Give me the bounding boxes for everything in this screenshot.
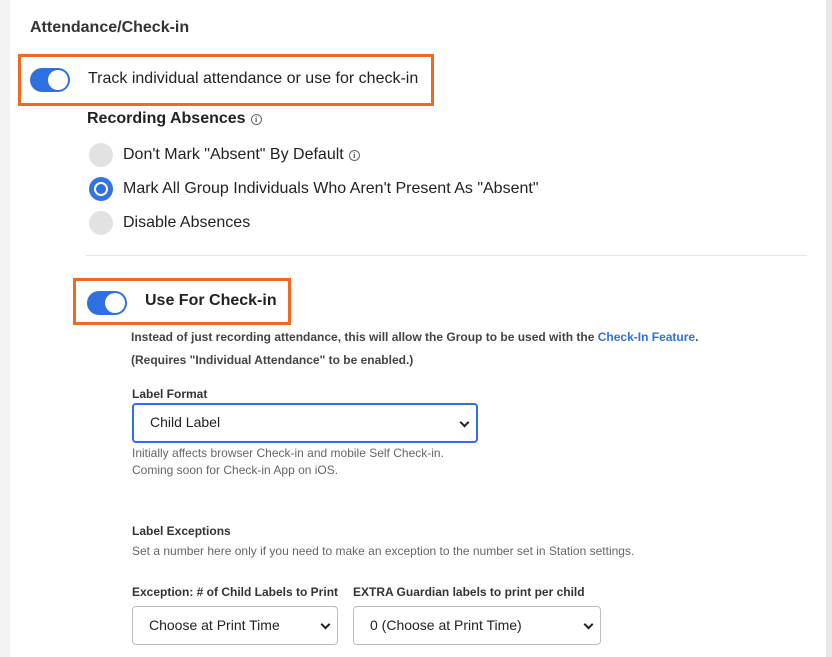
child-labels-value: Choose at Print Time [149, 617, 280, 633]
label-format-note-line1: Initially affects browser Check-in and m… [132, 446, 444, 460]
info-icon[interactable]: i [250, 114, 262, 125]
radio-label-disable: Disable Absences [123, 214, 251, 231]
guardian-labels-value: 0 (Choose at Print Time) [370, 617, 522, 633]
child-labels-label: Exception: # of Child Labels to Print [132, 585, 339, 599]
chevron-down-icon [583, 619, 594, 630]
label-format-value: Child Label [150, 414, 221, 430]
divider [86, 255, 807, 256]
check-in-description-text: Instead of just recording attendance, th… [131, 330, 595, 344]
guardian-labels-select[interactable]: 0 (Choose at Print Time) [353, 606, 601, 645]
check-in-description: Instead of just recording attendance, th… [131, 330, 698, 344]
label-exceptions-heading: Label Exceptions [132, 524, 231, 538]
check-in-description-end: . [695, 330, 699, 344]
check-in-requirement: (Requires "Individual Attendance" to be … [131, 353, 414, 367]
track-attendance-label: Track individual attendance or use for c… [88, 70, 419, 87]
chevron-down-icon [459, 417, 470, 428]
radio-mark-all-absent[interactable] [89, 177, 113, 201]
info-icon[interactable]: i [348, 150, 360, 161]
guardian-labels-label: EXTRA Guardian labels to print per child [353, 585, 585, 599]
scrollbar[interactable] [826, 0, 832, 657]
recording-absences-heading: Recording Absences i [87, 110, 262, 128]
recording-absences-title: Recording Absences [87, 110, 246, 127]
radio-disable-absences[interactable] [89, 211, 113, 235]
label-format-note: Initially affects browser Check-in and m… [132, 445, 444, 479]
track-attendance-toggle[interactable] [30, 68, 70, 92]
child-labels-select[interactable]: Choose at Print Time [132, 606, 338, 645]
chevron-down-icon [320, 619, 331, 630]
label-format-label: Label Format [132, 387, 208, 401]
section-title: Attendance/Check-in [30, 19, 190, 36]
radio-label-dont-mark: Don't Mark "Absent" By Default i [123, 146, 360, 164]
label-format-note-line2: Coming soon for Check-in App on iOS. [132, 463, 339, 477]
radio-label-mark-all: Mark All Group Individuals Who Aren't Pr… [123, 180, 539, 197]
check-in-label: Use For Check-in [145, 292, 277, 309]
check-in-toggle[interactable] [87, 291, 127, 315]
label-format-select[interactable]: Child Label [132, 403, 478, 443]
check-in-feature-link[interactable]: Check-In Feature [598, 330, 695, 344]
radio-label-dont-mark-text: Don't Mark "Absent" By Default [123, 146, 344, 163]
toggle-knob [105, 293, 125, 313]
radio-dont-mark-absent[interactable] [89, 143, 113, 167]
label-exceptions-description: Set a number here only if you need to ma… [132, 544, 635, 558]
toggle-knob [48, 70, 68, 90]
